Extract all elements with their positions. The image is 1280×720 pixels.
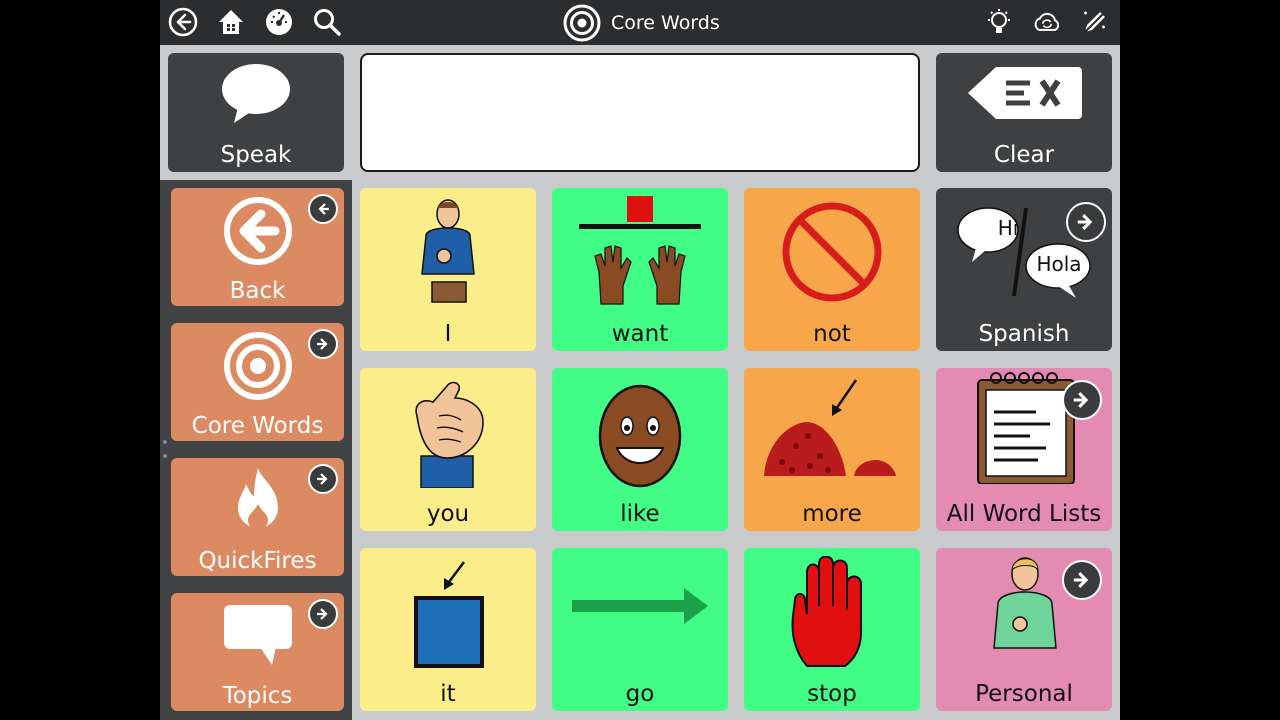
word-label: go	[625, 681, 655, 707]
word-label: you	[426, 501, 470, 527]
clear-icon	[936, 65, 1112, 121]
word-button-it[interactable]: it	[360, 548, 536, 711]
app-window: Core Words Speak Clear Back Core Words Q…	[160, 0, 1120, 720]
sidebar-item-core-words[interactable]: Core Words	[171, 323, 344, 441]
word-button-like[interactable]: like	[552, 368, 728, 531]
clear-button[interactable]: Clear	[936, 53, 1112, 172]
search-icon[interactable]	[312, 7, 342, 37]
word-label: stop	[807, 681, 857, 707]
speech-bubble-icon	[168, 61, 344, 125]
stop-hand-icon	[744, 556, 920, 668]
home-icon[interactable]	[216, 7, 246, 37]
edit-icon[interactable]	[1080, 7, 1110, 37]
sidebar-item-label: Core Words	[191, 413, 324, 439]
folder-arrow-icon	[308, 329, 338, 359]
arrow-right-icon	[552, 584, 728, 628]
word-button-all-word-lists[interactable]: All Word Lists	[936, 368, 1112, 531]
top-toolbar: Core Words	[160, 0, 1120, 45]
folder-arrow-icon	[308, 599, 338, 629]
word-button-i[interactable]: I	[360, 188, 536, 351]
word-button-not[interactable]: not	[744, 188, 920, 351]
sidebar-item-label: QuickFires	[198, 548, 317, 574]
person-pointing-self-icon	[360, 196, 536, 308]
target-icon	[563, 4, 601, 42]
folder-arrow-icon	[1066, 202, 1106, 242]
bubble-hi-text: Hi	[997, 216, 1019, 240]
folder-arrow-icon	[1062, 380, 1102, 420]
word-label: I	[444, 321, 452, 347]
speak-button[interactable]: Speak	[168, 53, 344, 172]
word-label: not	[813, 321, 851, 347]
folder-arrow-icon	[1062, 560, 1102, 600]
word-label: more	[802, 501, 862, 527]
word-button-you[interactable]: you	[360, 368, 536, 531]
word-label: All Word Lists	[946, 501, 1102, 527]
back-arrow-badge-icon	[308, 194, 338, 224]
folder-arrow-icon	[308, 464, 338, 494]
hands-reaching-icon	[552, 196, 728, 308]
word-label: Spanish	[978, 321, 1070, 347]
sidebar-item-topics[interactable]: Topics	[171, 593, 344, 711]
word-button-more[interactable]: more	[744, 368, 920, 531]
pointing-at-square-icon	[360, 556, 536, 668]
word-button-go[interactable]: go	[552, 548, 728, 711]
prohibited-icon	[744, 200, 920, 304]
cloud-sync-icon[interactable]	[1032, 7, 1062, 37]
word-button-stop[interactable]: stop	[744, 548, 920, 711]
pointing-finger-icon	[360, 376, 536, 488]
lightbulb-icon[interactable]	[984, 7, 1014, 37]
sidebar-item-label: Topics	[222, 683, 293, 709]
dashboard-icon[interactable]	[264, 7, 294, 37]
word-label: like	[620, 501, 660, 527]
word-button-personal[interactable]: Personal	[936, 548, 1112, 711]
sidebar-item-label: Back	[229, 278, 286, 304]
word-label: want	[611, 321, 669, 347]
message-bar[interactable]	[360, 53, 920, 172]
back-icon[interactable]	[168, 7, 198, 37]
page-indicator	[163, 440, 167, 468]
sidebar-item-back[interactable]: Back	[171, 188, 344, 306]
word-button-spanish[interactable]: Hi Hola Spanish	[936, 188, 1112, 351]
clear-label: Clear	[993, 142, 1055, 168]
bubble-hola-text: Hola	[1036, 252, 1082, 276]
word-button-want[interactable]: want	[552, 188, 728, 351]
pile-of-beans-icon	[762, 376, 920, 488]
word-label: it	[440, 681, 456, 707]
smiley-face-icon	[552, 376, 728, 488]
speak-label: Speak	[220, 142, 292, 168]
word-label: Personal	[975, 681, 1073, 707]
board-title: Core Words	[563, 4, 720, 42]
board-title-text: Core Words	[611, 12, 720, 34]
sidebar-item-quickfires[interactable]: QuickFires	[171, 458, 344, 576]
